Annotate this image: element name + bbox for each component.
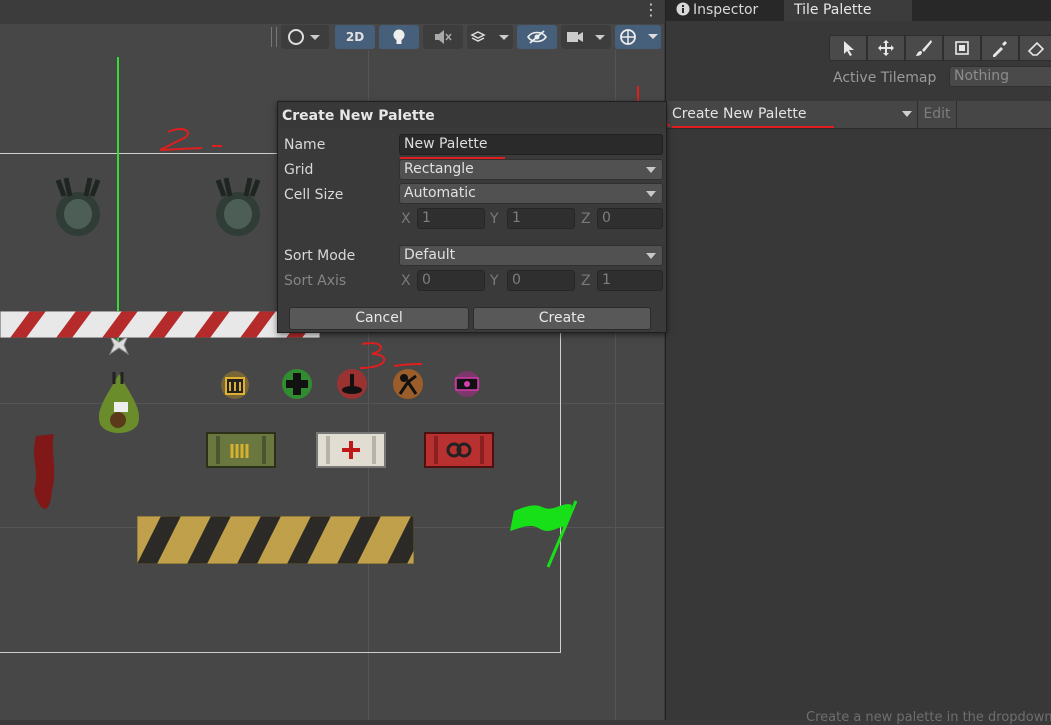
palette-hint-text: Create a new palette in the dropdown abo… bbox=[806, 710, 1051, 725]
create-button[interactable]: Create bbox=[473, 307, 651, 330]
hazard-floor-sprite bbox=[137, 516, 414, 564]
turret-pickup-icon bbox=[393, 369, 423, 399]
tile-palette-panel: Inspector Tile Palette Active Tilemap No… bbox=[637, 0, 1051, 725]
gear-crate-sprite bbox=[424, 432, 494, 468]
health-pickup-icon bbox=[282, 369, 312, 399]
box-fill-icon bbox=[955, 41, 969, 55]
sort-axis-label: Sort Axis bbox=[284, 273, 347, 289]
info-icon bbox=[676, 2, 690, 16]
ammo-crate-sprite bbox=[206, 432, 276, 468]
player-sprite bbox=[98, 372, 140, 433]
edit-button[interactable]: Edit bbox=[917, 101, 957, 128]
paint-tool-button[interactable] bbox=[905, 35, 943, 61]
tab-inspector-label: Inspector bbox=[693, 2, 759, 18]
cell-x-label: X bbox=[401, 211, 411, 227]
name-label: Name bbox=[284, 137, 326, 153]
sort-mode-label: Sort Mode bbox=[284, 248, 356, 264]
cash-pickup-icon bbox=[454, 371, 480, 397]
eraser-icon bbox=[1027, 41, 1045, 56]
eraser-tool-button[interactable] bbox=[1019, 35, 1051, 61]
ammo-pickup-icon bbox=[221, 371, 249, 399]
dialog-title: Create New Palette bbox=[278, 102, 666, 128]
effects-dropdown-button[interactable] bbox=[467, 25, 513, 49]
cancel-button[interactable]: Cancel bbox=[289, 307, 469, 330]
cell-x-field[interactable]: 1 bbox=[417, 208, 485, 229]
chevron-down-icon bbox=[646, 167, 656, 173]
axis-z-label: Z bbox=[581, 273, 591, 289]
tab-tile-palette-label: Tile Palette bbox=[794, 2, 872, 18]
sort-mode-dropdown[interactable]: Default bbox=[399, 245, 663, 266]
annotation-underline-palette bbox=[672, 126, 834, 128]
camera-dropdown-button[interactable] bbox=[561, 25, 611, 49]
y-axis-gizmo bbox=[117, 57, 119, 347]
gizmos-dropdown-button[interactable] bbox=[615, 25, 661, 49]
axis-x-field[interactable]: 0 bbox=[417, 270, 485, 291]
shaded-circle-icon bbox=[288, 29, 320, 45]
cell-y-label: Y bbox=[490, 211, 499, 227]
sort-mode-value: Default bbox=[404, 247, 456, 263]
hidden-objects-toggle[interactable] bbox=[517, 25, 557, 49]
lighting-toggle-button[interactable] bbox=[379, 25, 419, 49]
zombie-sprite bbox=[215, 177, 261, 236]
scene-tab-bar bbox=[0, 0, 664, 25]
toolbar-grip bbox=[271, 27, 277, 47]
palette-dropdown[interactable]: Create New Palette bbox=[666, 101, 916, 128]
cell-y-field[interactable]: 1 bbox=[507, 208, 575, 229]
select-tool-button[interactable] bbox=[829, 35, 867, 61]
move-icon bbox=[878, 40, 894, 56]
cell-z-label: Z bbox=[581, 211, 591, 227]
active-tilemap-dropdown[interactable]: Nothing bbox=[949, 66, 1051, 87]
name-field[interactable]: New Palette bbox=[399, 134, 663, 155]
zombie-sprite bbox=[55, 177, 101, 236]
axis-y-field[interactable]: 0 bbox=[507, 270, 575, 291]
annotation-step-3 bbox=[359, 342, 423, 369]
medkit-crate-sprite bbox=[316, 432, 386, 468]
cell-size-value: Automatic bbox=[404, 185, 476, 201]
picker-icon bbox=[993, 41, 1007, 57]
axis-x-label: X bbox=[401, 273, 411, 289]
tab-inspector[interactable]: Inspector bbox=[666, 0, 802, 21]
mute-speaker-icon bbox=[435, 30, 452, 44]
goal-flag-sprite bbox=[510, 500, 578, 568]
audio-toggle-button[interactable] bbox=[423, 25, 463, 49]
gizmo-globe-icon bbox=[620, 29, 658, 45]
annotation-step-2 bbox=[159, 128, 222, 151]
create-palette-dialog: Create New Palette Name New Palette Grid… bbox=[277, 101, 667, 333]
grid-label: Grid bbox=[284, 162, 314, 178]
layers-effects-icon bbox=[470, 31, 509, 42]
barrier-sprite bbox=[0, 311, 320, 338]
move-tool-button[interactable] bbox=[867, 35, 905, 61]
chevron-down-icon bbox=[646, 191, 656, 197]
chevron-down-icon bbox=[646, 253, 656, 259]
brush-icon bbox=[916, 40, 932, 56]
axis-z-field[interactable]: 1 bbox=[597, 270, 663, 291]
palette-dropdown-value: Create New Palette bbox=[672, 106, 807, 122]
active-tilemap-label: Active Tilemap bbox=[833, 70, 937, 86]
axis-y-label: Y bbox=[490, 273, 499, 289]
box-fill-tool-button[interactable] bbox=[943, 35, 981, 61]
select-arrow-icon bbox=[844, 41, 854, 56]
video-camera-icon bbox=[567, 32, 605, 42]
picker-tool-button[interactable] bbox=[981, 35, 1019, 61]
more-options-icon[interactable]: ⋮ bbox=[643, 0, 659, 20]
grid-value: Rectangle bbox=[404, 161, 474, 177]
grid-dropdown[interactable]: Rectangle bbox=[399, 159, 663, 180]
lightbulb-icon bbox=[393, 29, 405, 44]
cell-size-dropdown[interactable]: Automatic bbox=[399, 183, 663, 204]
cell-size-label: Cell Size bbox=[284, 187, 344, 203]
2d-toggle-button[interactable]: 2D bbox=[335, 25, 375, 49]
cell-z-field[interactable]: 0 bbox=[597, 208, 663, 229]
blood-splat-sprite bbox=[34, 434, 55, 509]
chevron-down-icon bbox=[902, 111, 912, 117]
draw-mode-button[interactable] bbox=[281, 25, 329, 49]
eye-slash-icon bbox=[527, 30, 547, 44]
mine-pickup-icon bbox=[337, 369, 367, 399]
tab-tile-palette[interactable]: Tile Palette bbox=[784, 0, 912, 21]
